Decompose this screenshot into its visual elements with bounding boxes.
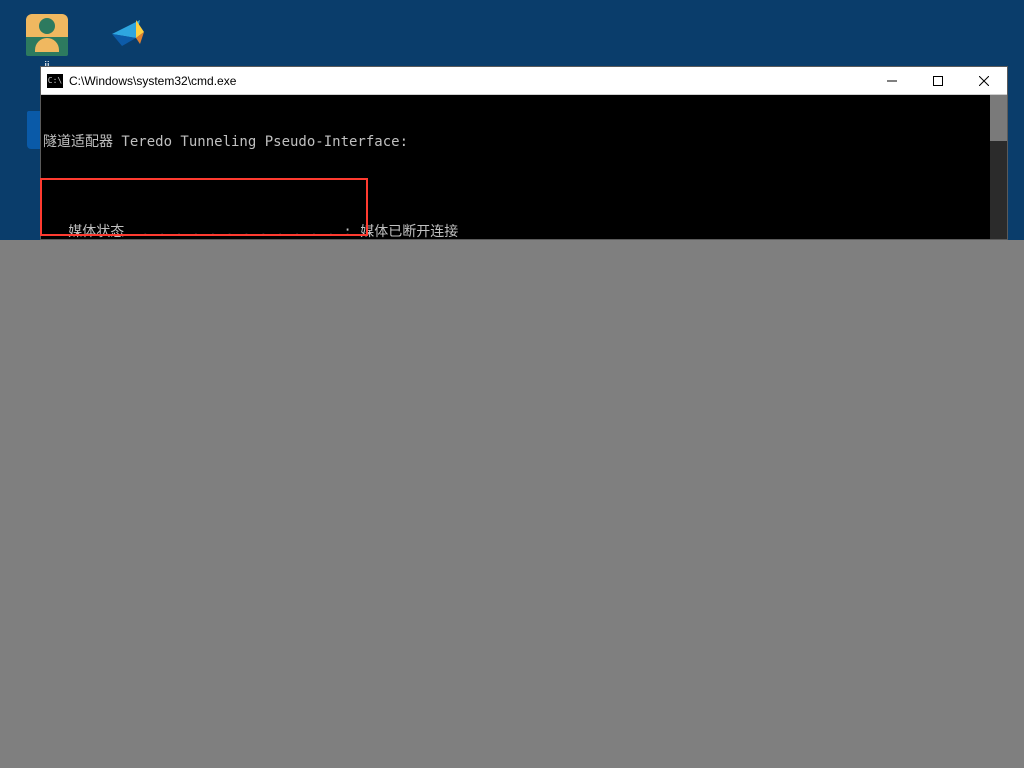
terminal-line: 媒体状态 . . . . . . . . . . . . : 媒体已断开连接 <box>41 223 1003 239</box>
user-icon <box>26 14 68 56</box>
terminal-output[interactable]: 隧道适配器 Teredo Tunneling Pseudo-Interface:… <box>41 95 1007 239</box>
titlebar[interactable]: C:\ C:\Windows\system32\cmd.exe <box>41 67 1007 95</box>
cmd-icon: C:\ <box>47 74 63 88</box>
cmd-window: C:\ C:\Windows\system32\cmd.exe 隧道适配器 Te… <box>40 66 1008 240</box>
terminal-line: 隧道适配器 Teredo Tunneling Pseudo-Interface: <box>41 133 1003 151</box>
desktop-icon-shield[interactable] <box>92 14 162 60</box>
desktop-icon-user[interactable]: ji <box>12 14 82 72</box>
shield-icon <box>106 14 148 56</box>
close-button[interactable] <box>961 67 1007 95</box>
scrollbar[interactable] <box>990 95 1007 239</box>
scrollbar-thumb[interactable] <box>990 95 1007 141</box>
maximize-button[interactable] <box>915 67 961 95</box>
window-title: C:\Windows\system32\cmd.exe <box>69 74 869 88</box>
minimize-button[interactable] <box>869 67 915 95</box>
